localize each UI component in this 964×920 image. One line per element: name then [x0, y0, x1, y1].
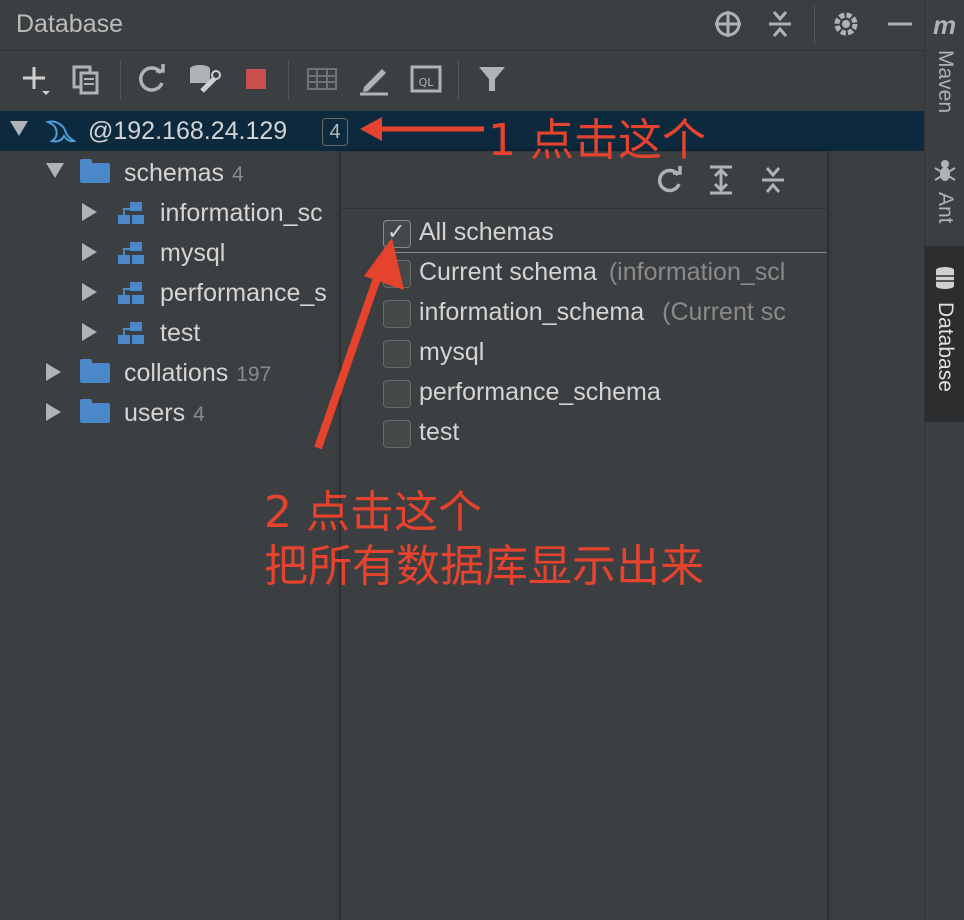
- annotation-step-2-line-2: 把所有数据库显示出来: [264, 541, 704, 592]
- annotation-arrowhead-1: [360, 117, 382, 141]
- annotation-step-1: 1 点击这个: [488, 115, 706, 166]
- annotation-arrowhead-2: [364, 238, 404, 290]
- annotation-arrow-2: [314, 256, 388, 450]
- annotation-arrows: [314, 117, 484, 450]
